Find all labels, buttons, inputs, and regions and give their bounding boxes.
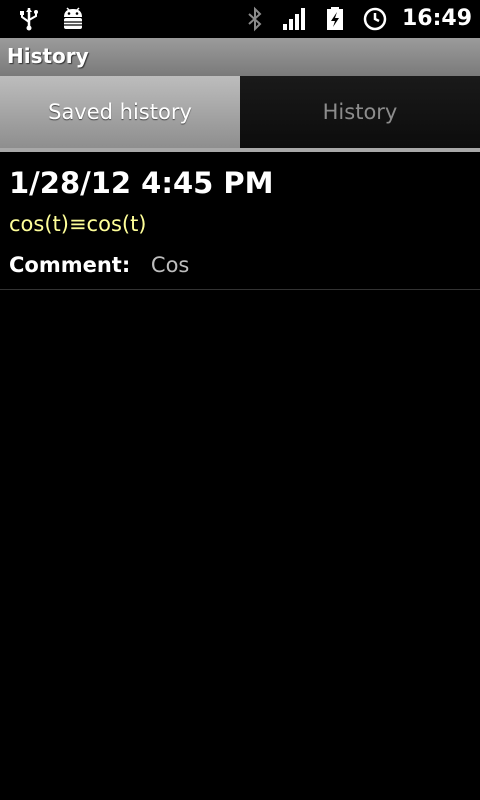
- status-left-icons: [16, 6, 86, 32]
- tab-bar: Saved history History: [0, 76, 480, 152]
- tab-history[interactable]: History: [240, 76, 480, 148]
- title-bar: History: [0, 38, 480, 76]
- comment-label: Comment:: [9, 253, 131, 277]
- bluetooth-icon: [242, 6, 268, 32]
- entry-date: 1/28/12 4:45 PM: [9, 166, 274, 200]
- status-right-icons: 16:49: [242, 5, 472, 33]
- tab-saved-history[interactable]: Saved history: [0, 76, 240, 148]
- screen: 16:49 History Saved history History 1/28…: [0, 0, 480, 800]
- page-title: History: [7, 44, 89, 68]
- signal-icon: [282, 6, 308, 32]
- status-time: 16:49: [401, 6, 472, 31]
- usb-icon: [16, 6, 42, 32]
- alarm-clock-icon: [362, 6, 388, 32]
- history-entry[interactable]: 1/28/12 4:45 PM cos(t)≡cos(t) Comment: C…: [0, 152, 480, 290]
- comment-value: Cos: [150, 253, 190, 277]
- entry-expression: cos(t)≡cos(t): [9, 212, 147, 236]
- entry-comment: Comment: Cos: [9, 253, 189, 277]
- battery-charging-icon: [322, 6, 348, 32]
- android-debug-icon: [60, 6, 86, 32]
- status-bar: 16:49: [0, 0, 480, 38]
